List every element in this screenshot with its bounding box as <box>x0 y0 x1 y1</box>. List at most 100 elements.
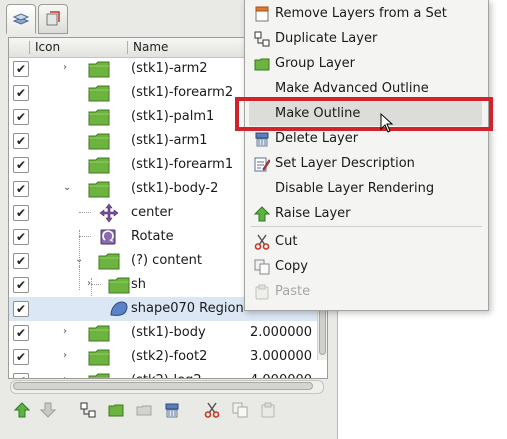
menu-item-group-layer[interactable]: Group Layer <box>245 51 488 76</box>
layer-name: (stk1)-arm2 <box>131 61 208 76</box>
menu-item-label: Duplicate Layer <box>275 31 378 46</box>
expand-arrow-icon[interactable]: › <box>63 326 67 337</box>
duplicate-layer-icon <box>253 30 271 48</box>
copy-icon <box>232 402 248 418</box>
layer-visibility-checkbox[interactable]: ✔ <box>13 61 29 77</box>
layer-visibility-checkbox[interactable]: ✔ <box>13 325 29 341</box>
delete-layer-icon <box>253 130 271 148</box>
layer-visibility-checkbox[interactable]: ✔ <box>13 109 29 125</box>
tree-horizontal-scrollbar[interactable] <box>10 380 324 394</box>
paste-icon <box>253 283 271 301</box>
layer-z-depth: 3.000000 <box>250 349 313 364</box>
mouse-cursor-icon <box>380 113 394 133</box>
menu-item-cut[interactable]: Cut <box>245 229 488 254</box>
menu-item-label: Paste <box>275 284 311 299</box>
layer-visibility-checkbox[interactable]: ✔ <box>13 181 29 197</box>
lower-layer-button[interactable] <box>38 400 58 420</box>
layers-tab-icon <box>12 13 30 25</box>
menu-item-paste[interactable]: Paste <box>245 279 488 304</box>
layer-name: sh <box>131 277 147 292</box>
group-layer-icon <box>253 55 271 73</box>
expand-arrow-icon[interactable]: › <box>63 62 67 73</box>
layer-visibility-checkbox[interactable]: ✔ <box>13 373 29 378</box>
menu-separator <box>251 226 482 227</box>
menu-item-disable-layer-rendering[interactable]: Disable Layer Rendering <box>245 176 488 201</box>
layer-visibility-checkbox[interactable]: ✔ <box>13 85 29 101</box>
menu-item-raise-layer[interactable]: Raise Layer <box>245 201 488 226</box>
layer-visibility-checkbox[interactable]: ✔ <box>13 277 29 293</box>
menu-item-label: Remove Layers from a Set <box>275 6 447 21</box>
remove-set-icon <box>253 5 271 23</box>
move-icon <box>97 203 121 223</box>
menu-item-set-layer-description[interactable]: Set Layer Description <box>245 151 488 176</box>
folder-icon <box>87 155 111 175</box>
menu-item-label: Group Layer <box>275 56 355 71</box>
layer-name: (stk1)-forearm1 <box>131 157 234 172</box>
layer-visibility-checkbox[interactable]: ✔ <box>13 205 29 221</box>
cut-icon <box>253 233 271 251</box>
delete-layer-icon <box>165 403 179 418</box>
layers-toolbar <box>8 398 328 424</box>
history-tab-icon <box>46 11 60 26</box>
column-header-name[interactable]: Name <box>133 40 168 54</box>
encapsulate-icon <box>136 405 152 416</box>
lower-layer-icon <box>40 402 56 418</box>
collapse-arrow-icon[interactable]: ⌄ <box>63 182 71 193</box>
delete-layer-button[interactable] <box>162 400 182 420</box>
layer-name: (?) content <box>131 253 202 268</box>
menu-item-label: Set Layer Description <box>275 156 415 171</box>
column-header-icon[interactable]: Icon <box>35 40 60 54</box>
folder-icon <box>87 323 111 343</box>
raise-layer-icon <box>253 205 271 223</box>
layer-name: Rotate <box>131 229 174 244</box>
menu-item-copy[interactable]: Copy <box>245 254 488 279</box>
duplicate-layer-button[interactable] <box>78 400 98 420</box>
history-tab[interactable] <box>38 4 68 34</box>
folder-icon <box>87 371 111 378</box>
layer-visibility-checkbox[interactable]: ✔ <box>13 229 29 245</box>
layers-tab[interactable] <box>6 4 36 34</box>
rotate-icon <box>97 227 121 247</box>
menu-item-duplicate-layer[interactable]: Duplicate Layer <box>245 26 488 51</box>
layer-row[interactable]: ✔ › (stk1)-body 2.000000 <box>9 321 317 345</box>
raise-layer-icon <box>14 402 30 418</box>
folder-icon <box>97 251 121 271</box>
layer-visibility-checkbox[interactable]: ✔ <box>13 253 29 269</box>
expand-arrow-icon[interactable]: › <box>63 350 67 361</box>
layer-name: (stk1)-body-2 <box>131 181 219 196</box>
cut-icon <box>204 402 220 418</box>
cut-button[interactable] <box>202 400 222 420</box>
layer-visibility-checkbox[interactable]: ✔ <box>13 133 29 149</box>
group-layer-icon <box>108 404 124 417</box>
layer-row[interactable]: ✔ › (stk2)-leg2 4.000000 <box>9 369 317 378</box>
layer-visibility-checkbox[interactable]: ✔ <box>13 157 29 173</box>
expand-arrow-icon[interactable]: › <box>87 278 91 289</box>
layer-context-menu: Remove Layers from a Set Duplicate Layer G… <box>244 0 489 311</box>
menu-item-label: Copy <box>275 259 308 274</box>
folder-icon <box>87 131 111 151</box>
encapsulate-button[interactable] <box>134 400 154 420</box>
group-layer-button[interactable] <box>106 400 126 420</box>
paste-button[interactable] <box>258 400 278 420</box>
menu-item-remove-layers-from-a-set[interactable]: Remove Layers from a Set <box>245 1 488 26</box>
menu-item-label: Make Advanced Outline <box>275 81 429 96</box>
paste-icon <box>261 402 275 418</box>
folder-icon <box>87 59 111 79</box>
folder-icon <box>87 347 111 367</box>
layer-visibility-checkbox[interactable]: ✔ <box>13 301 29 317</box>
edit-description-icon <box>253 155 271 173</box>
menu-item-label: Disable Layer Rendering <box>275 181 435 196</box>
copy-button[interactable] <box>230 400 250 420</box>
layer-name: (stk1)-arm1 <box>131 133 208 148</box>
menu-item-label: Delete Layer <box>275 131 359 146</box>
expand-arrow-icon[interactable]: › <box>63 374 67 378</box>
raise-layer-button[interactable] <box>12 400 32 420</box>
layer-visibility-checkbox[interactable]: ✔ <box>13 349 29 365</box>
layer-row[interactable]: ✔ › (stk2)-foot2 3.000000 <box>9 345 317 369</box>
horizontal-scroll-thumb[interactable] <box>13 382 313 390</box>
menu-item-label: Raise Layer <box>275 206 351 221</box>
layer-name: (stk1)-forearm2 <box>131 85 234 100</box>
highlight-annotation-box <box>235 97 493 131</box>
folder-icon <box>87 107 111 127</box>
collapse-arrow-icon[interactable]: ⌄ <box>75 254 83 265</box>
